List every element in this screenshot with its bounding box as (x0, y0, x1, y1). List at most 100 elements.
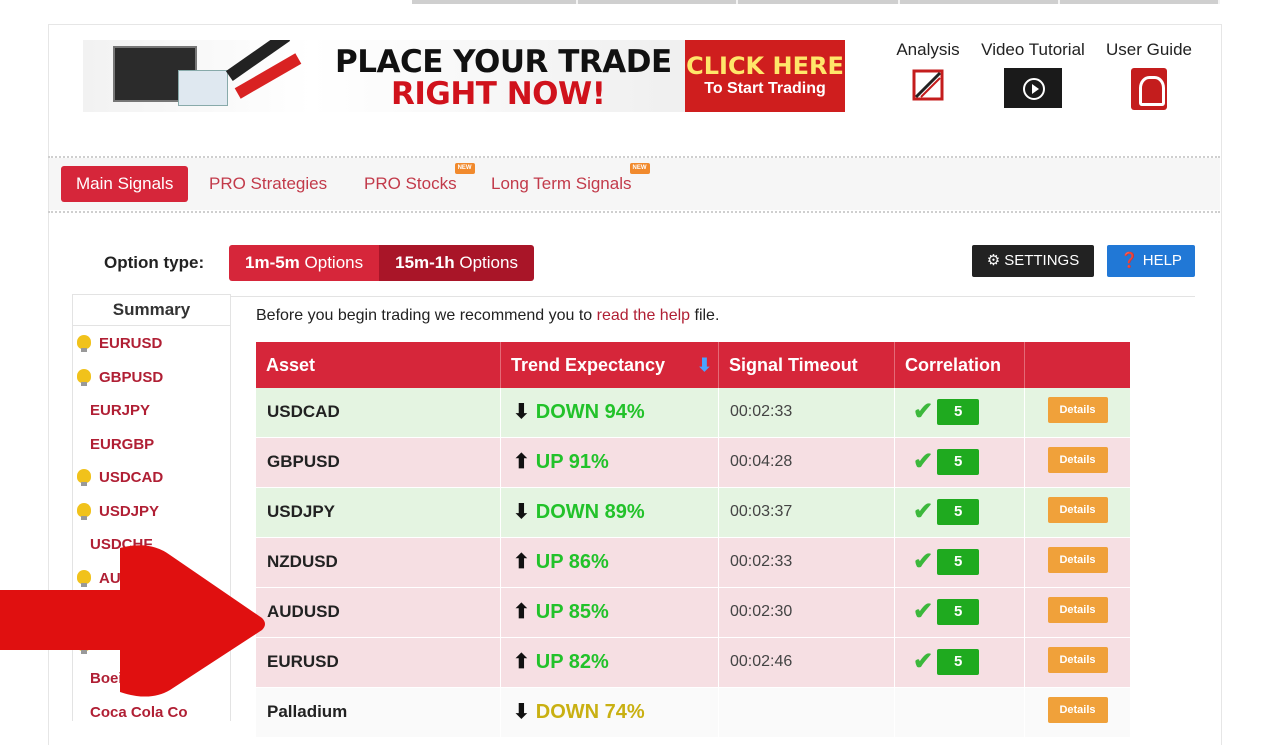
table-row: EURUSD ⬆ UP 82% 00:02:46 ✔ 5 Details (256, 638, 1130, 688)
arrow-up-icon: ⬆ (513, 551, 530, 573)
asset-cell: USDCAD (256, 388, 501, 438)
option-15m-1h-rest: Options (454, 253, 518, 272)
user-guide-link[interactable]: User Guide (1102, 40, 1196, 110)
check-icon: ✔ (913, 398, 934, 425)
intro-before: Before you begin trading we recommend yo… (256, 307, 597, 324)
details-button[interactable]: Details (1047, 397, 1108, 424)
tab-pro-stocks[interactable]: PRO Stocks NEW (364, 163, 475, 202)
option-type-label: Option type: (104, 253, 205, 272)
analysis-icon (911, 68, 945, 102)
table-row: Palladium ⬇ DOWN 74% Details (256, 688, 1130, 738)
option-type-toggle: 1m-5m Options 15m-1h Options (229, 245, 534, 281)
details-cell: Details (1025, 638, 1130, 688)
divider (230, 296, 1195, 297)
timeout-cell: 00:02:33 (719, 388, 895, 438)
correlation-badge: 5 (937, 499, 980, 525)
pdf-icon (1131, 68, 1167, 110)
details-button[interactable]: Details (1047, 647, 1108, 674)
details-button[interactable]: Details (1047, 697, 1108, 724)
asset-cell: USDJPY (256, 488, 501, 538)
analysis-link[interactable]: Analysis (893, 40, 963, 102)
sidebar-item-label: USDJPY (99, 502, 160, 520)
timeout-cell: 00:02:46 (719, 638, 895, 688)
start-trading-button[interactable]: CLICK HERE To Start Trading (685, 40, 845, 112)
correlation-cell (895, 688, 1025, 738)
sidebar-item[interactable]: EURJPY (73, 396, 230, 426)
video-tutorial-link[interactable]: Video Tutorial (975, 40, 1091, 108)
option-1m-5m-bold: 1m-5m (245, 253, 300, 272)
details-button[interactable]: Details (1047, 497, 1108, 524)
help-button[interactable]: ❓ HELP (1107, 245, 1195, 277)
arrow-down-icon: ⬇ (513, 401, 530, 423)
divider (48, 211, 1220, 213)
new-badge: NEW (629, 163, 650, 174)
settings-button[interactable]: ⚙ SETTINGS (972, 245, 1094, 277)
sidebar-item[interactable]: USDCAD (73, 463, 230, 493)
analysis-label: Analysis (896, 40, 960, 59)
sort-down-icon[interactable]: ⬇ (697, 356, 712, 374)
sidebar-item[interactable]: EURUSD (73, 329, 230, 359)
timeout-cell (719, 688, 895, 738)
pointer-arrow-icon (0, 545, 265, 697)
tab-pro-strategies[interactable]: PRO Strategies (209, 166, 327, 202)
trend-cell: ⬇ DOWN 94% (501, 388, 719, 438)
sidebar-item[interactable]: USDJPY (73, 497, 230, 527)
trend-cell: ⬆ UP 86% (501, 538, 719, 588)
trend-value: UP 82% (535, 651, 609, 673)
tab-long-term-label: Long Term Signals (491, 174, 632, 193)
details-cell: Details (1025, 438, 1130, 488)
sidebar-item-label: EURGBP (90, 435, 155, 453)
trade-banner[interactable]: PLACE YOUR TRADE RIGHT NOW! CLICK HERE T… (83, 40, 845, 112)
option-1m-5m-button[interactable]: 1m-5m Options (229, 245, 380, 281)
trend-cell: ⬇ DOWN 74% (501, 688, 719, 738)
settings-label: SETTINGS (1004, 252, 1080, 269)
cta-line-2: To Start Trading (704, 80, 826, 97)
trend-cell: ⬆ UP 91% (501, 438, 719, 488)
header-timeout[interactable]: Signal Timeout (719, 342, 895, 388)
help-label: HELP (1142, 252, 1182, 269)
table-row: GBPUSD ⬆ UP 91% 00:04:28 ✔ 5 Details (256, 438, 1130, 488)
trend-value: DOWN 94% (535, 401, 645, 423)
header-details (1025, 342, 1130, 388)
read-help-link[interactable]: read the help (597, 307, 690, 324)
details-button[interactable]: Details (1047, 547, 1108, 574)
header-correlation[interactable]: Correlation (895, 342, 1025, 388)
correlation-cell: ✔ 5 (895, 588, 1025, 638)
gear-icon: ⚙ (986, 252, 1001, 269)
sidebar-item[interactable]: EURGBP (73, 430, 230, 460)
asset-cell: AUDUSD (256, 588, 501, 638)
sidebar-item[interactable]: GBPUSD (73, 363, 230, 393)
timeout-cell: 00:02:30 (719, 588, 895, 638)
correlation-cell: ✔ 5 (895, 638, 1025, 688)
timeout-cell: 00:02:33 (719, 538, 895, 588)
header-trend-label: Trend Expectancy (511, 355, 666, 375)
sidebar-item-label: GBPUSD (99, 368, 164, 386)
arrow-down-icon: ⬇ (513, 501, 530, 523)
details-cell: Details (1025, 688, 1130, 738)
header-trend[interactable]: Trend Expectancy ⬇ (501, 342, 719, 388)
table-header: Asset Trend Expectancy ⬇ Signal Timeout … (256, 342, 1130, 388)
correlation-cell: ✔ 5 (895, 438, 1025, 488)
sidebar-item-label: Coca Cola Co (90, 703, 188, 721)
correlation-badge: 5 (937, 549, 980, 575)
lightbulb-icon (77, 335, 91, 352)
correlation-cell: ✔ 5 (895, 388, 1025, 438)
sidebar-item-label: EURUSD (99, 335, 163, 352)
header-asset[interactable]: Asset (256, 342, 501, 388)
details-cell: Details (1025, 388, 1130, 438)
trend-cell: ⬇ DOWN 89% (501, 488, 719, 538)
tab-long-term-signals[interactable]: Long Term Signals NEW (491, 163, 650, 202)
asset-cell: GBPUSD (256, 438, 501, 488)
details-button[interactable]: Details (1047, 447, 1108, 474)
sidebar-item[interactable]: Coca Cola Co (73, 698, 230, 728)
check-icon: ✔ (913, 548, 934, 575)
laptop-illustration (178, 70, 228, 106)
option-15m-1h-button[interactable]: 15m-1h Options (379, 245, 534, 281)
tab-main-signals[interactable]: Main Signals (61, 166, 189, 202)
details-cell: Details (1025, 588, 1130, 638)
asset-cell: Palladium (256, 688, 501, 738)
timeout-cell: 00:04:28 (719, 438, 895, 488)
details-button[interactable]: Details (1047, 597, 1108, 624)
play-video-icon (1004, 68, 1062, 108)
lightbulb-icon (77, 368, 91, 386)
